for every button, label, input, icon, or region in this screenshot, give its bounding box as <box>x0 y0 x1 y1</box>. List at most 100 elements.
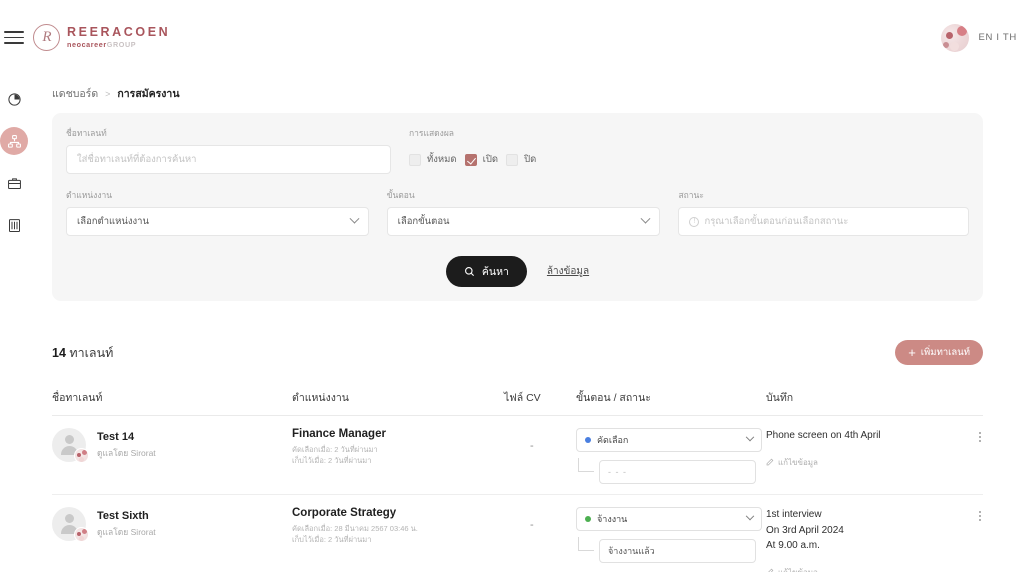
substage-dropdown[interactable]: - - - <box>599 460 756 484</box>
brand-logo[interactable]: R REERACOEN neocareerGROUP <box>33 24 170 51</box>
chevron-down-icon <box>745 432 755 442</box>
logo-text: REERACOEN neocareerGROUP <box>67 26 170 49</box>
status-select[interactable]: ! กรุณาเลือกขั้นตอนก่อนเลือกสถานะ <box>678 207 969 236</box>
position-select-value: เลือกตำแหน่งงาน <box>77 216 150 227</box>
checkbox-closed[interactable]: ปิด <box>506 152 536 167</box>
table-header-row: ชื่อทาเลนท์ ตำแหน่งงาน ไฟล์ CV ขั้นตอน /… <box>52 383 983 416</box>
filter-row-1: ชื่อทาเลนท์ ใส่ชื่อทาเลนท์ที่ต้องการค้นห… <box>66 126 969 174</box>
application-root: R REERACOEN neocareerGROUP EN I TH แดชบอ… <box>0 0 1024 572</box>
breadcrumb-current[interactable]: การสมัครงาน <box>117 85 179 102</box>
more-vertical-icon[interactable] <box>977 430 983 444</box>
clear-filters-link[interactable]: ล้างข้อมูล <box>547 264 589 279</box>
sidebar-item-dashboard[interactable] <box>0 85 28 113</box>
stage-select[interactable]: เลือกขั้นตอน <box>386 207 661 236</box>
note-text: Phone screen on 4th April <box>766 430 881 441</box>
add-talent-button[interactable]: + เพิ่มทาเลนท์ <box>895 340 983 365</box>
logo-sub-bold: neocareer <box>67 40 107 50</box>
substage-dropdown[interactable]: จ้างงานแล้ว <box>599 539 756 563</box>
chevron-down-icon <box>745 511 755 521</box>
tree-connector-icon <box>578 537 594 551</box>
checkbox-closed-box[interactable] <box>506 153 519 166</box>
position-select[interactable]: เลือกตำแหน่งงาน <box>66 207 369 236</box>
person: Test 14 ดูแลโดย Sirorat <box>52 428 292 463</box>
talent-name-label: ชื่อทาเลนท์ <box>66 128 107 138</box>
position-meta-selected: คัดเลือกเมื่อ: 28 มีนาคม 2567 03:46 น. <box>292 524 418 533</box>
checkbox-closed-label: ปิด <box>524 154 537 165</box>
stage-select-value: เลือกขั้นตอน <box>397 216 450 227</box>
column-header-cv: ไฟล์ CV <box>504 392 541 404</box>
checkbox-open-label: เปิด <box>482 154 499 165</box>
talents-table: ชื่อทาเลนท์ ตำแหน่งงาน ไฟล์ CV ขั้นตอน /… <box>52 383 983 572</box>
info-icon: ! <box>689 216 700 227</box>
person-avatar-icon <box>52 507 89 542</box>
company-badge-icon <box>74 527 89 542</box>
top-bar: R REERACOEN neocareerGROUP EN I TH <box>0 0 1024 75</box>
avatar[interactable] <box>941 23 970 52</box>
filter-row-2: ตำแหน่งงาน เลือกตำแหน่งงาน ขั้นตอน เลือก… <box>66 188 969 236</box>
cell-name: Test 14 ดูแลโดย Sirorat <box>52 428 292 484</box>
position-meta: คัดเลือกเมื่อ: 28 มีนาคม 2567 03:46 น. เ… <box>292 523 504 546</box>
pencil-icon <box>766 458 774 466</box>
tree-connector-icon <box>578 458 594 472</box>
results-count: 14 ทาเลนท์ <box>52 343 113 363</box>
logo-brand-name: REERACOEN <box>67 25 171 40</box>
column-header-name: ชื่อทาเลนท์ <box>52 392 103 404</box>
column-header-position: ตำแหน่งงาน <box>292 392 349 404</box>
person-text: Test 14 ดูแลโดย Sirorat <box>97 431 156 460</box>
person-text: Test Sixth ดูแลโดย Sirorat <box>97 510 156 539</box>
stage-dropdown-value: คัดเลือก <box>597 435 629 445</box>
results-header: 14 ทาเลนท์ + เพิ่มทาเลนท์ <box>52 340 983 365</box>
checkbox-open-box[interactable] <box>464 153 477 166</box>
status-label: สถานะ <box>678 190 704 200</box>
language-switcher[interactable]: EN I TH <box>978 32 1017 43</box>
top-bar-right: EN I TH <box>941 23 1017 52</box>
person-owner: ดูแลโดย Sirorat <box>97 447 156 458</box>
logo-sub-light: GROUP <box>106 40 137 50</box>
stage-dropdown[interactable]: จ้างงาน <box>576 507 762 531</box>
checkbox-all[interactable]: ทั้งหมด <box>409 152 457 167</box>
stage-dropdown[interactable]: คัดเลือก <box>576 428 762 452</box>
clock-pie-icon <box>7 92 21 106</box>
talent-name-input[interactable]: ใส่ชื่อทาเลนท์ที่ต้องการค้นหา <box>66 145 391 174</box>
checkbox-all-box[interactable] <box>409 153 421 166</box>
position-title: Finance Manager <box>292 428 386 440</box>
sidebar-item-applications[interactable] <box>0 127 28 155</box>
person-name: Test Sixth <box>97 509 149 522</box>
cell-note: Phone screen on 4th April แก้ไขข้อมูล <box>766 428 983 484</box>
display-label: การแสดงผล <box>409 128 455 138</box>
cell-cv: - <box>504 428 576 484</box>
breadcrumb: แดชบอร์ด > การสมัครงาน <box>52 85 180 102</box>
hamburger-icon[interactable] <box>4 31 24 44</box>
search-button-label: ค้นหา <box>481 266 509 278</box>
substage-row: - - - <box>576 458 766 484</box>
cell-cv: - <box>504 507 576 572</box>
edit-note-link[interactable]: แก้ไขข้อมูล <box>766 456 965 469</box>
stage-controls: คัดเลือก - - - <box>576 428 766 484</box>
stage-dropdown-value: จ้างงาน <box>597 514 628 524</box>
filter-actions: ค้นหา ล้างข้อมูล <box>66 256 969 287</box>
edit-note-label: แก้ไขข้อมูล <box>778 457 818 467</box>
breadcrumb-parent[interactable]: แดชบอร์ด <box>52 85 98 102</box>
stage-status-dot-icon <box>585 516 591 522</box>
checkbox-open[interactable]: เปิด <box>464 152 499 167</box>
building-icon <box>8 218 20 232</box>
filter-group-stage: ขั้นตอน เลือกขั้นตอน <box>386 188 661 236</box>
cell-position: Finance Manager คัดเลือกเมื่อ: 2 วันที่ผ… <box>292 428 504 484</box>
sidebar-item-companies[interactable] <box>0 211 28 239</box>
more-vertical-icon[interactable] <box>977 509 983 523</box>
table-row[interactable]: Test 14 ดูแลโดย Sirorat Finance Manager … <box>52 416 983 495</box>
cell-position: Corporate Strategy คัดเลือกเมื่อ: 28 มีน… <box>292 507 504 572</box>
position-label: ตำแหน่งงาน <box>66 190 113 200</box>
logo-brand-sub: neocareerGROUP <box>67 41 170 49</box>
search-button[interactable]: ค้นหา <box>445 256 527 287</box>
cell-stage: จ้างงาน จ้างงานแล้ว <box>576 507 766 572</box>
note-text: 1st interview On 3rd April 2024 At 9.00 … <box>766 509 844 551</box>
table-row[interactable]: Test Sixth ดูแลโดย Sirorat Corporate Str… <box>52 495 983 572</box>
stage-label: ขั้นตอน <box>386 190 415 200</box>
person: Test Sixth ดูแลโดย Sirorat <box>52 507 292 542</box>
substage-dropdown-value: - - - <box>608 467 627 477</box>
edit-note-link[interactable]: แก้ไขข้อมูล <box>766 566 965 572</box>
edit-note-label: แก้ไขข้อมูล <box>778 567 818 572</box>
cv-value: - <box>530 519 534 531</box>
sidebar-item-jobs[interactable] <box>0 169 28 197</box>
